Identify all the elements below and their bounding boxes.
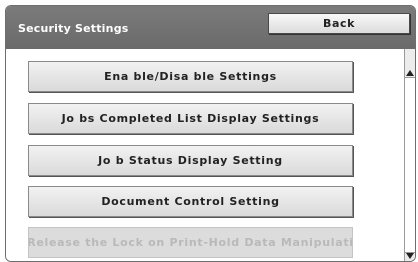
page-title: Security Settings bbox=[18, 22, 129, 35]
job-status-display-setting-button[interactable]: Jo b Status Display Setting bbox=[28, 145, 353, 176]
vertical-scrollbar[interactable] bbox=[404, 49, 415, 261]
release-lock-print-hold-button: Release the Lock on Print-Hold Data Mani… bbox=[28, 227, 353, 258]
header-bar: Security Settings Back bbox=[6, 6, 415, 49]
security-settings-panel: Security Settings Back Ena ble/Disa ble … bbox=[5, 5, 416, 262]
jobs-completed-list-display-settings-button[interactable]: Jo bs Completed List Display Settings bbox=[28, 103, 353, 134]
arrow-up-icon[interactable] bbox=[406, 70, 414, 76]
settings-list: Ena ble/Disa ble Settings Jo bs Complete… bbox=[6, 49, 406, 261]
enable-disable-settings-button[interactable]: Ena ble/Disa ble Settings bbox=[28, 61, 353, 92]
arrow-down-icon[interactable] bbox=[406, 253, 414, 259]
scrollbar-thumb[interactable] bbox=[405, 77, 415, 253]
back-button[interactable]: Back bbox=[268, 13, 410, 34]
document-control-setting-button[interactable]: Document Control Setting bbox=[28, 186, 353, 217]
